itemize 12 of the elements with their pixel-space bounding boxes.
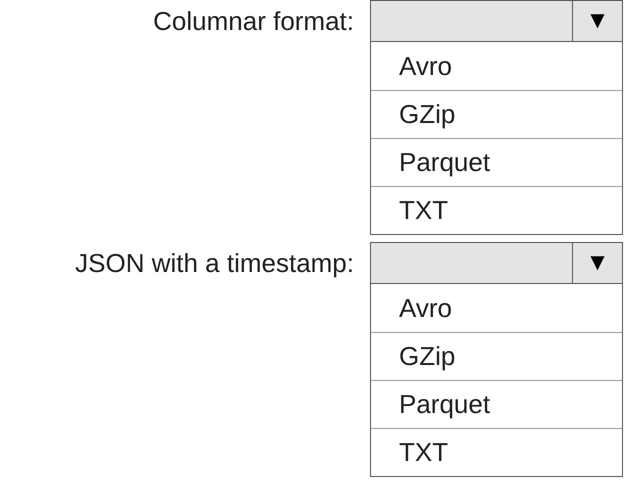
dropdown[interactable]: ▼ [370, 0, 623, 42]
option-item[interactable]: Avro [371, 284, 622, 332]
dropdown[interactable]: ▼ [370, 242, 623, 284]
option-item[interactable]: Avro [371, 42, 622, 90]
question-label: Columnar format: [153, 4, 354, 38]
question-label: JSON with a timestamp: [75, 246, 354, 280]
option-item[interactable]: TXT [371, 428, 622, 476]
option-item[interactable]: GZip [371, 332, 622, 380]
option-item[interactable]: Parquet [371, 138, 622, 186]
option-item[interactable]: GZip [371, 90, 622, 138]
option-item[interactable]: TXT [371, 186, 622, 234]
option-item[interactable]: Parquet [371, 380, 622, 428]
